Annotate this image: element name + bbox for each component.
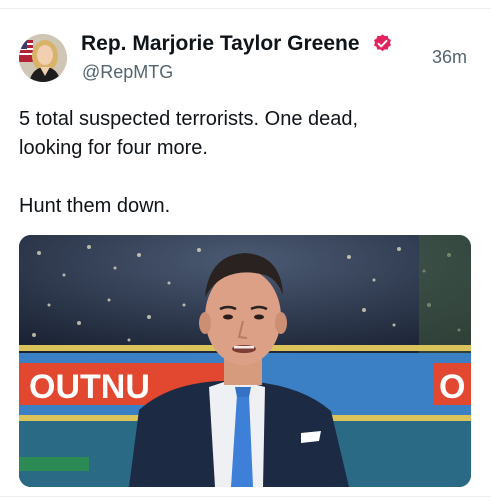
banner-right-text: O <box>439 368 465 406</box>
author-handle[interactable]: @RepMTG <box>82 62 173 83</box>
verified-badge-icon <box>374 34 391 52</box>
author-name[interactable]: Rep. Marjorie Taylor Greene <box>81 32 360 56</box>
post-card[interactable]: Rep. Marjorie Taylor Greene @RepMTG 36m … <box>0 0 491 500</box>
post-text: 5 total suspected terrorists. One dead, … <box>19 108 359 217</box>
post-timestamp[interactable]: 36m <box>432 47 467 68</box>
avatar-image <box>19 34 67 82</box>
bottom-divider <box>0 496 491 497</box>
author-avatar[interactable] <box>19 34 67 82</box>
post-media-video-still[interactable]: OUTNU O <box>19 235 471 487</box>
news-anchor-image: OUTNU O <box>19 235 471 487</box>
banner-left-text: OUTNU <box>29 368 150 406</box>
